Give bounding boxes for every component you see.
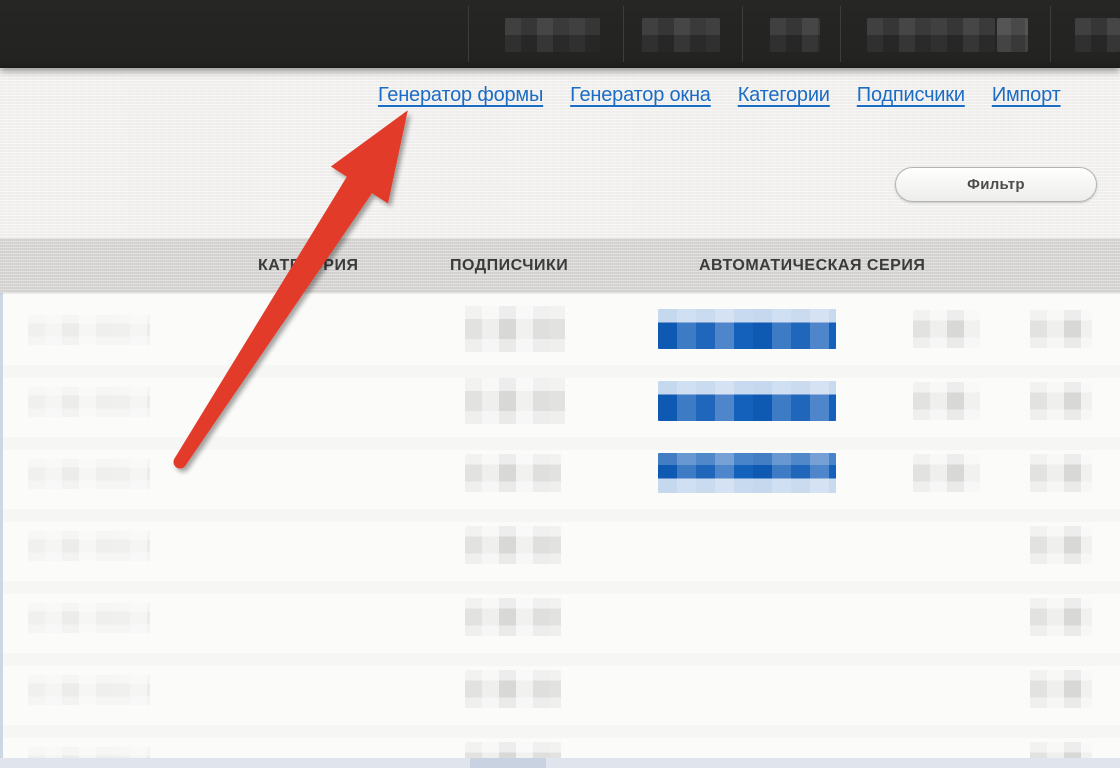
subscribers-count-redacted (465, 598, 561, 636)
category-cell-redacted (28, 459, 150, 489)
footer-chip (470, 758, 546, 768)
table-row (0, 653, 1120, 725)
category-cell-redacted (28, 387, 150, 417)
topbar-divider (1050, 6, 1051, 62)
row-actions-redacted[interactable] (1030, 454, 1092, 492)
column-header-subscribers: ПОДПИСЧИКИ (450, 238, 568, 293)
subnav: Генератор формы Генератор окна Категории… (378, 84, 1061, 112)
table-row (0, 581, 1120, 653)
filter-button[interactable]: Фильтр (895, 167, 1097, 202)
subscribers-count-redacted (465, 526, 561, 564)
row-actions-redacted[interactable] (1030, 670, 1092, 708)
category-cell-redacted (28, 675, 150, 705)
category-cell-redacted (28, 315, 150, 345)
category-cell-redacted (28, 603, 150, 633)
row-actions-redacted[interactable] (1030, 310, 1092, 348)
table-body (0, 293, 1120, 758)
nav-link-form-generator[interactable]: Генератор формы (378, 84, 543, 107)
auto-series-link-redacted[interactable] (658, 381, 836, 421)
topbar-item-redacted-3[interactable] (770, 18, 820, 52)
row-actions-redacted[interactable] (1030, 742, 1092, 758)
topbar-divider (623, 6, 624, 62)
row-actions-redacted[interactable] (1030, 598, 1092, 636)
topbar-divider (468, 6, 469, 62)
nav-link-subscribers[interactable]: Подписчики (857, 84, 965, 107)
topbar-item-redacted-1[interactable] (505, 18, 600, 52)
table-row (0, 437, 1120, 509)
topbar-item-redacted-4[interactable] (867, 18, 995, 52)
column-header-category: КАТЕГОРИЯ (258, 238, 358, 293)
nav-link-import[interactable]: Импорт (992, 84, 1061, 107)
series-status-redacted (913, 382, 980, 420)
subscribers-count-redacted (465, 670, 561, 708)
subscribers-count-redacted (465, 454, 561, 492)
topbar-item-redacted-2[interactable] (642, 18, 720, 52)
table-header: КАТЕГОРИЯ ПОДПИСЧИКИ АВТОМАТИЧЕСКАЯ СЕРИ… (0, 238, 1120, 293)
table-row (0, 725, 1120, 758)
topbar-item-redacted-5[interactable] (1075, 18, 1120, 52)
series-status-redacted (913, 310, 980, 348)
category-cell-redacted (28, 531, 150, 561)
nav-link-window-generator[interactable]: Генератор окна (570, 84, 711, 107)
app-window: Генератор формы Генератор окна Категории… (0, 0, 1120, 768)
auto-series-link-redacted[interactable] (658, 309, 836, 349)
topbar-divider (840, 6, 841, 62)
table-row (0, 509, 1120, 581)
nav-link-categories[interactable]: Категории (738, 84, 830, 107)
auto-series-link-redacted[interactable] (658, 453, 836, 493)
footer-band (0, 758, 1120, 768)
subscribers-count-redacted (465, 742, 561, 758)
subscribers-count-redacted (465, 306, 565, 352)
column-header-auto-series: АВТОМАТИЧЕСКАЯ СЕРИЯ (699, 238, 925, 293)
topbar-divider (742, 6, 743, 62)
row-actions-redacted[interactable] (1030, 526, 1092, 564)
series-status-redacted (913, 454, 980, 492)
subscribers-count-redacted (465, 378, 565, 424)
category-cell-redacted (28, 747, 150, 758)
topbar-item-redacted-4-badge[interactable] (997, 18, 1028, 52)
table-row (0, 293, 1120, 365)
table-left-edge (0, 293, 3, 758)
topbar (0, 0, 1120, 68)
table-row (0, 365, 1120, 437)
row-actions-redacted[interactable] (1030, 382, 1092, 420)
